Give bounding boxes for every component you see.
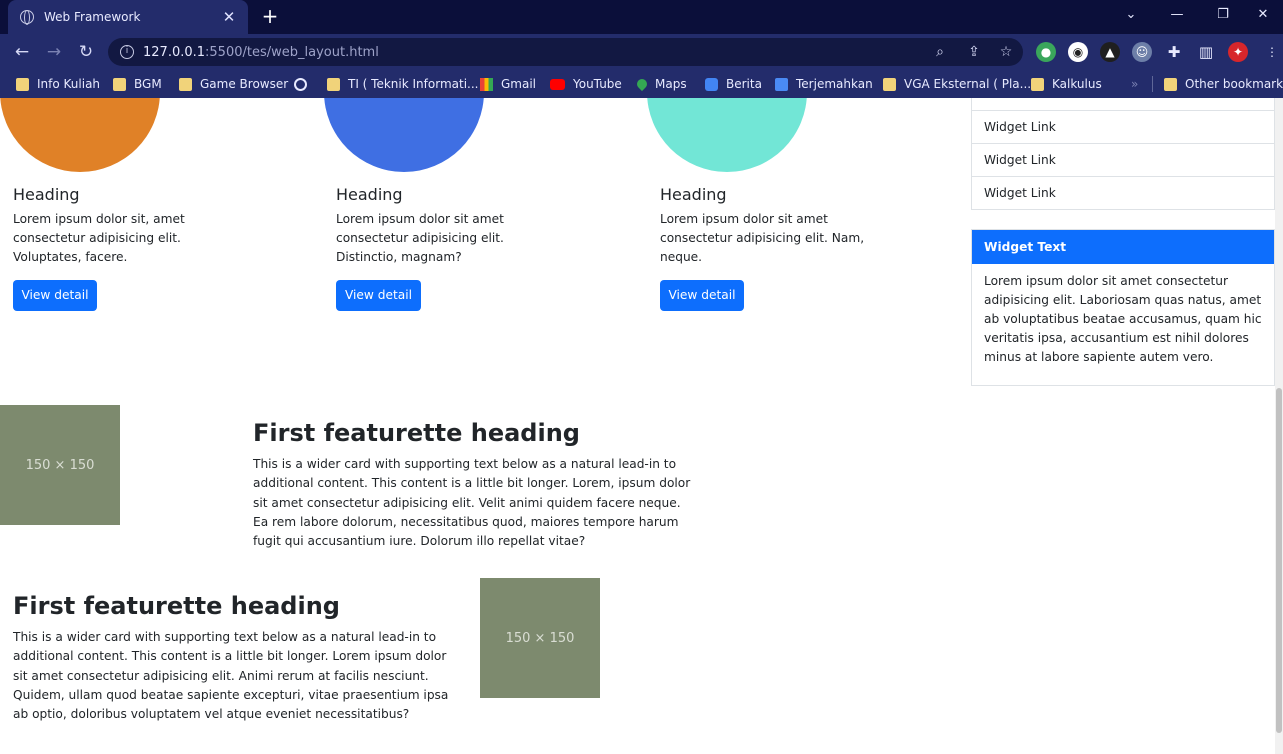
widget-link[interactable]: Widget Link: [972, 176, 1274, 209]
zoom-icon[interactable]: ⌕: [930, 42, 950, 62]
bookmark-item[interactable]: Terjemahkan: [775, 76, 873, 92]
bookmark-item[interactable]: TI ( Teknik Informati...: [327, 76, 478, 92]
puzzle-icon[interactable]: ✚: [1164, 42, 1184, 62]
extension-icon[interactable]: ▲: [1100, 42, 1120, 62]
placeholder-image: 150 × 150: [480, 578, 600, 698]
side-panel-icon[interactable]: ▥: [1196, 42, 1216, 62]
widget-body-text: Lorem ipsum dolor sit amet consectetur a…: [984, 274, 1262, 364]
folder-icon: [113, 77, 126, 91]
restore-icon[interactable]: ❐: [1200, 0, 1246, 30]
back-icon[interactable]: ←: [10, 40, 34, 64]
news-icon: [705, 77, 718, 91]
reload-icon[interactable]: ↻: [74, 40, 98, 64]
new-tab-button[interactable]: +: [258, 4, 282, 28]
extension-icon[interactable]: ◉: [1068, 42, 1088, 62]
folder-icon: [16, 77, 29, 91]
tab-strip: Web Framework ✕ + ⌄ — ❐ ✕: [0, 0, 1283, 34]
card-heading: Heading: [13, 185, 80, 204]
extension-icon[interactable]: ●: [1036, 42, 1056, 62]
more-bookmarks-icon[interactable]: »: [1131, 76, 1138, 92]
minimize-icon[interactable]: —: [1154, 0, 1200, 30]
forward-icon[interactable]: →: [42, 40, 66, 64]
bookmarks-bar: Info Kuliah BGM Game Browser TI ( Teknik…: [0, 70, 1283, 98]
folder-icon: [179, 77, 192, 91]
close-tab-icon[interactable]: ✕: [220, 8, 238, 26]
youtube-icon: [550, 78, 565, 90]
bookmark-item[interactable]: Gmail: [480, 76, 536, 92]
card-circle-image: [0, 98, 160, 172]
bookmark-item[interactable]: VGA Eksternal ( Pla...: [883, 76, 1031, 92]
card-heading: Heading: [336, 185, 403, 204]
card-circle-image: [647, 98, 807, 172]
view-detail-button[interactable]: View detail: [336, 280, 421, 311]
bookmark-item[interactable]: Maps: [634, 76, 687, 92]
card-text: Lorem ipsum dolor sit amet consectetur a…: [336, 212, 504, 264]
url-text[interactable]: 127.0.0.1:5500/tes/web_layout.html: [143, 45, 379, 60]
page-viewport: Heading Lorem ipsum dolor sit, amet cons…: [0, 98, 1283, 754]
share-icon[interactable]: ⇪: [964, 42, 984, 62]
translate-icon: [775, 77, 788, 91]
globe-icon: [294, 77, 307, 91]
folder-icon: [1031, 77, 1044, 91]
widget-link-list: Widget Link Widget Link Widget Link: [971, 98, 1275, 210]
globe-icon: [20, 10, 34, 25]
featurette-heading: First featurette heading: [253, 419, 580, 447]
profile-extension-icon[interactable]: ☺: [1132, 42, 1152, 62]
folder-icon: [327, 77, 340, 91]
widget-text-card: Widget Text Lorem ipsum dolor sit amet c…: [971, 229, 1275, 386]
avatar[interactable]: ✦: [1228, 42, 1248, 62]
window-close-icon[interactable]: ✕: [1243, 0, 1283, 30]
address-bar[interactable]: i 127.0.0.1:5500/tes/web_layout.html ⌕ ⇪…: [108, 38, 1023, 66]
bookmark-item[interactable]: Info Kuliah: [16, 76, 100, 92]
list-item-partial[interactable]: [972, 98, 1274, 110]
bookmarks-divider: [1152, 76, 1153, 92]
browser-toolbar: ← → ↻ i 127.0.0.1:5500/tes/web_layout.ht…: [0, 34, 1283, 70]
card-text: Lorem ipsum dolor sit amet consectetur a…: [660, 212, 865, 264]
card-circle-image: [324, 98, 484, 172]
widget-title: Widget Text: [972, 230, 1274, 264]
browser-tab[interactable]: Web Framework ✕: [8, 0, 248, 34]
other-bookmarks-item[interactable]: Other bookmarks: [1164, 76, 1283, 92]
gmail-icon: [480, 77, 493, 91]
card-heading: Heading: [660, 185, 727, 204]
view-detail-button[interactable]: View detail: [13, 280, 97, 311]
bookmark-item[interactable]: Berita: [705, 76, 762, 92]
menu-icon[interactable]: ⋮: [1262, 42, 1282, 62]
bookmark-item[interactable]: Game Browser: [179, 76, 288, 92]
widget-link[interactable]: Widget Link: [972, 143, 1274, 176]
site-info-icon[interactable]: i: [120, 45, 134, 59]
featurette-text: This is a wider card with supporting tex…: [253, 457, 691, 549]
folder-icon: [1164, 77, 1177, 91]
page-scrollbar[interactable]: [1275, 98, 1283, 754]
featurette-heading: First featurette heading: [13, 592, 340, 620]
scrollbar-thumb[interactable]: [1276, 388, 1282, 733]
maps-icon: [634, 76, 650, 92]
bookmark-item[interactable]: YouTube: [550, 76, 622, 92]
view-detail-button[interactable]: View detail: [660, 280, 744, 311]
featurette-text: This is a wider card with supporting tex…: [13, 630, 449, 722]
bookmark-item[interactable]: BGM: [113, 76, 162, 92]
card-text: Lorem ipsum dolor sit, amet consectetur …: [13, 212, 185, 264]
bookmark-star-icon[interactable]: ☆: [996, 42, 1016, 62]
folder-icon: [883, 77, 896, 91]
bookmark-item[interactable]: Kalkulus: [1031, 76, 1102, 92]
bookmark-item[interactable]: [294, 76, 315, 92]
placeholder-image: 150 × 150: [0, 405, 120, 525]
widget-link[interactable]: Widget Link: [972, 110, 1274, 143]
tab-search-icon[interactable]: ⌄: [1108, 0, 1154, 30]
tab-title: Web Framework: [44, 10, 141, 24]
